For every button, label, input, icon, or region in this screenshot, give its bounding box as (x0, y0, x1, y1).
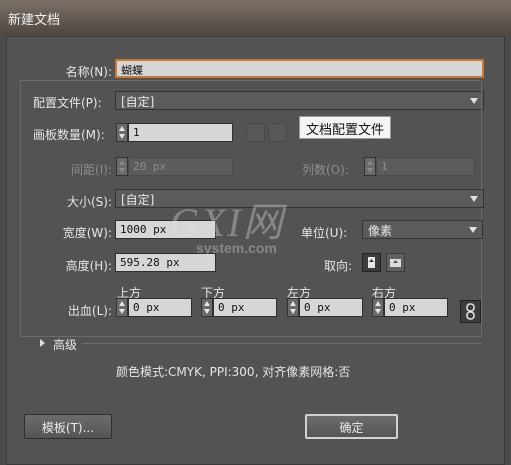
advanced-toggle[interactable]: 高级 (53, 336, 77, 353)
chevron-down-icon (375, 309, 381, 314)
expand-arrow-icon[interactable] (40, 339, 45, 347)
landscape-glyph (390, 259, 401, 267)
chevron-down-icon (204, 309, 210, 314)
profile-tooltip: 文档配置文件 (299, 116, 392, 139)
units-select[interactable]: 像素 (362, 220, 483, 239)
ok-button[interactable]: 确定 (305, 414, 398, 439)
chevron-up-icon (119, 160, 125, 165)
chevron-down-icon (367, 168, 373, 173)
link-bleed-icon[interactable] (460, 300, 481, 323)
columns-input[interactable]: 1 (376, 157, 475, 176)
document-summary: 颜色模式:CMYK, PPI:300, 对齐像素网格:否 (116, 365, 351, 379)
chevron-down-icon (119, 309, 125, 314)
templates-button[interactable]: 模板(T)... (24, 414, 112, 439)
spacing-label: 间距(I): (71, 163, 112, 177)
height-label: 高度(H): (65, 259, 112, 273)
chevron-up-icon (204, 301, 210, 306)
bleed-bottom-stepper[interactable] (201, 298, 213, 317)
units-label: 单位(U): (301, 226, 348, 240)
portrait-icon[interactable] (362, 253, 381, 272)
arrange-grid-by-row-icon[interactable] (246, 123, 265, 142)
chevron-down-icon (290, 309, 296, 314)
chevron-down-icon (119, 168, 125, 173)
bleed-bottom-input[interactable]: 0 px (213, 298, 277, 317)
chevron-up-icon (119, 126, 125, 131)
artboards-input[interactable]: 1 (128, 123, 233, 142)
bleed-label: 出血(L): (67, 304, 112, 318)
watermark-domain: system.com (196, 240, 277, 256)
landscape-icon[interactable] (386, 253, 405, 272)
columns-stepper[interactable] (364, 157, 376, 176)
chain-link-glyph (466, 303, 475, 320)
bleed-right-input[interactable]: 0 px (384, 298, 448, 317)
advanced-divider (82, 343, 482, 344)
bleed-left-stepper[interactable] (287, 298, 299, 317)
size-select-value: [自定] (121, 193, 155, 207)
bleed-left-input[interactable]: 0 px (299, 298, 363, 317)
artboards-label: 画板数量(M): (33, 128, 105, 142)
bleed-right-stepper[interactable] (372, 298, 384, 317)
bleed-top-input[interactable]: 0 px (128, 298, 192, 317)
chevron-up-icon (367, 160, 373, 165)
document-name-input[interactable]: 蝴蝶 (115, 59, 484, 78)
chevron-up-icon (290, 301, 296, 306)
artboards-stepper[interactable] (116, 123, 128, 142)
size-label: 大小(S): (66, 195, 112, 209)
chevron-down-icon (469, 227, 477, 233)
chevron-up-icon (119, 301, 125, 306)
window-title: 新建文档 (0, 0, 511, 36)
orientation-label: 取向: (324, 259, 353, 273)
spacing-input[interactable]: 20 px (128, 157, 233, 176)
chevron-down-icon (119, 134, 125, 139)
bleed-top-stepper[interactable] (116, 298, 128, 317)
width-label: 宽度(W): (62, 226, 112, 240)
name-label: 名称(N): (65, 65, 112, 79)
columns-label: 列数(O): (302, 163, 349, 177)
spacing-stepper[interactable] (116, 157, 128, 176)
arrange-grid-by-column-icon[interactable] (268, 123, 287, 142)
chevron-up-icon (375, 301, 381, 306)
chevron-down-icon (470, 196, 478, 202)
units-select-value: 像素 (368, 224, 393, 238)
portrait-glyph (368, 257, 375, 268)
